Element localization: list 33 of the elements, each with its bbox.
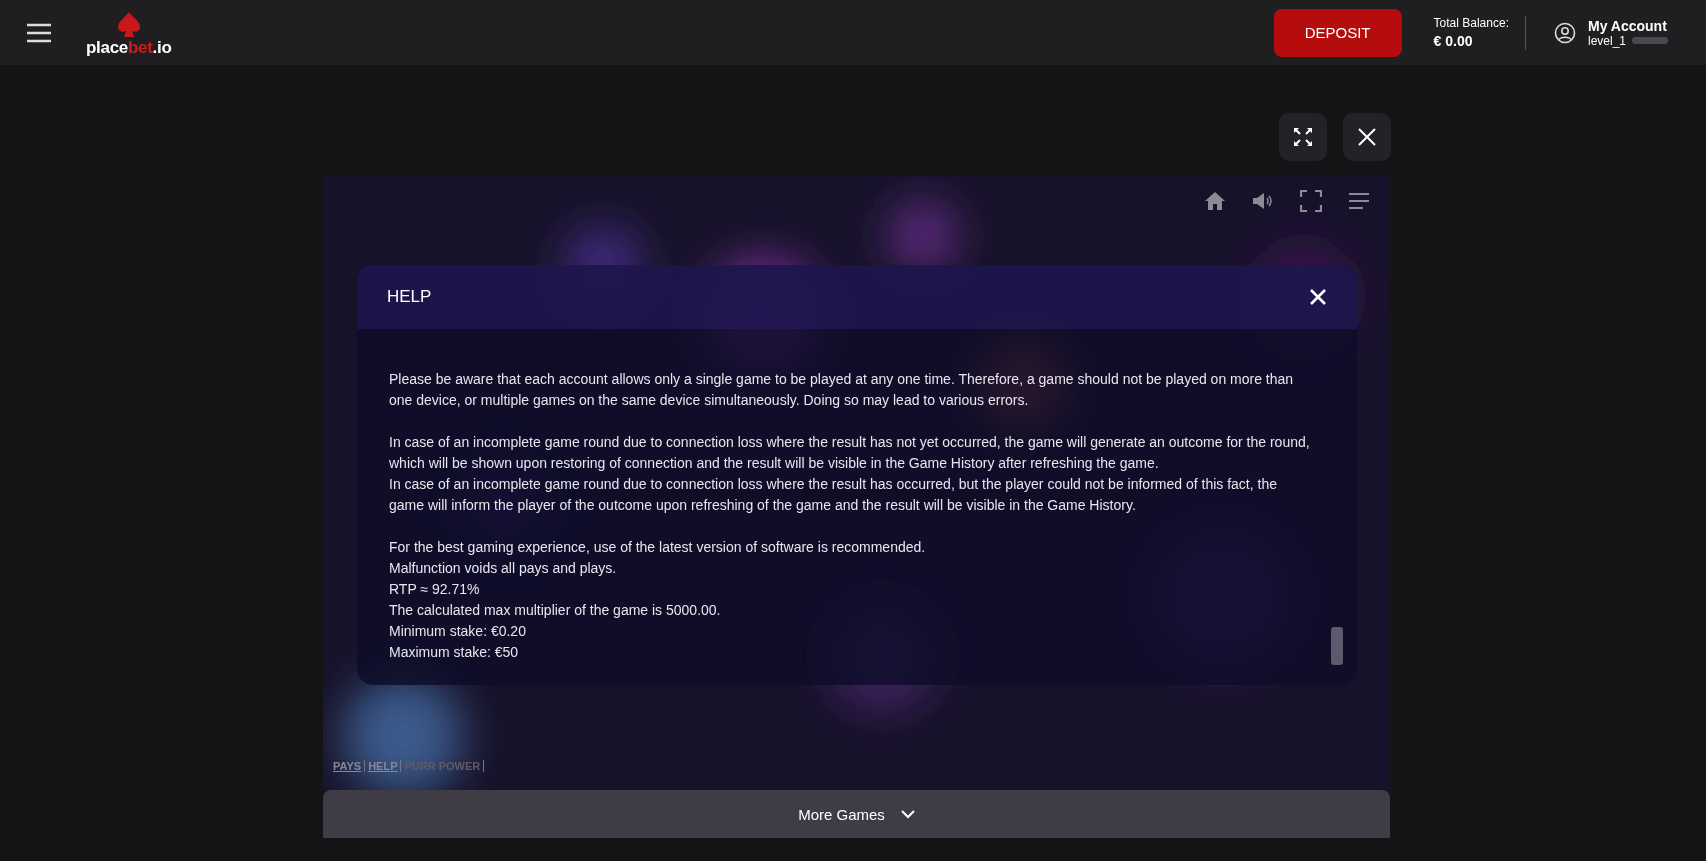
expand-button[interactable]: [1279, 113, 1327, 161]
logo-text[interactable]: placebet.io: [86, 37, 172, 58]
help-text: For the best gaming experience, use of the latest version of software is recommended.: [389, 538, 927, 557]
menu-icon[interactable]: [1348, 190, 1370, 212]
help-text: RTP ≈ 92.71%: [389, 580, 481, 599]
user-icon[interactable]: [1553, 21, 1576, 44]
expand-icon: [1293, 127, 1313, 147]
close-icon: [1358, 128, 1376, 146]
caret-icon: [900, 809, 915, 819]
fullscreen-icon[interactable]: [1300, 190, 1322, 212]
help-text: In case of an incomplete game round due to connection loss where the result has not yet occurred, the game will generate an outcome for the round, which will be shown upon restoring of connection and the result will be visible in the Game History after refreshing the game.: [389, 433, 1311, 473]
close-button[interactable]: [1343, 113, 1391, 161]
help-text: Minimum stake: €0.20: [389, 622, 527, 641]
home-icon[interactable]: [1204, 190, 1226, 212]
footer-link[interactable]: PAYS: [333, 760, 366, 772]
account-name[interactable]: My Account: [1587, 17, 1668, 34]
help-text: Malfunction voids all pays and plays.: [389, 559, 618, 578]
sound-icon[interactable]: [1252, 190, 1274, 212]
level-bar: [1632, 37, 1668, 44]
deposit-button[interactable]: DEPOSIT: [1273, 8, 1402, 57]
account-level: level_1: [1587, 33, 1626, 48]
more-games-button[interactable]: More Games: [323, 790, 1390, 838]
dialog-title: HELP: [387, 287, 432, 307]
balance-value: € 0.00: [1433, 33, 1474, 49]
help-text: In case of an incomplete game round due to connection loss where the result has occurred, but the player could not be informed of this fact, the game will inform the player of the outcome upon refreshing of the game and the result will be visible in the Game History.: [389, 475, 1278, 515]
help-text: Please be aware that each account allows only a single game to be played at any one time. Therefore, a game should not be played on more than one device, or multiple games on the same device simultaneously. Doing so may lead to various errors.: [389, 370, 1295, 410]
spade-icon: [116, 11, 141, 38]
help-text: Maximum stake: €50: [389, 643, 520, 662]
close-button[interactable]: [1309, 288, 1327, 306]
menu-icon[interactable]: [26, 22, 52, 43]
help-text: The calculated max multiplier of the game is 5000.00.: [389, 601, 722, 620]
scrollbar-thumb[interactable]: [1331, 627, 1343, 665]
balance-label: Total Balance:: [1433, 16, 1509, 30]
